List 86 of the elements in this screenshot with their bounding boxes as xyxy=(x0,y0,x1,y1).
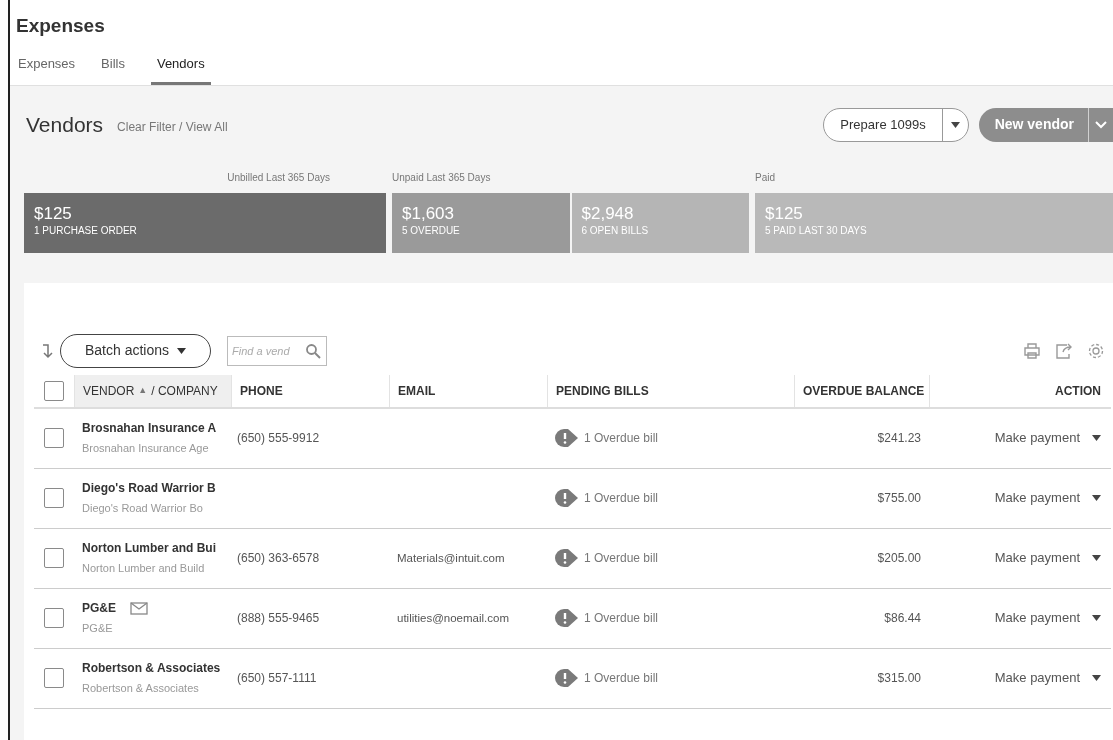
caret-icon xyxy=(1092,675,1101,681)
table-row[interactable]: Diego's Road Warrior B Diego's Road Warrior Bo 1 Overdue bill $755.00 Make payment xyxy=(34,468,1111,529)
summary-label: Paid xyxy=(755,170,776,185)
make-payment-dropdown[interactable]: Make payment xyxy=(994,548,1101,568)
company-name: Brosnahan Insurance Age xyxy=(82,441,210,457)
table-row[interactable]: Robertson & Associates Robertson & Associates (650) 557-1111 1 Overdue bill $315.00 Make payment xyxy=(34,648,1111,709)
caret-icon xyxy=(950,121,960,128)
phone-cell: (650) 555-9912 xyxy=(237,431,320,445)
chevron-down-icon xyxy=(1095,120,1107,129)
checkbox[interactable] xyxy=(44,608,64,628)
summary-amount: $125 xyxy=(765,203,804,224)
column-header[interactable]: PHONE xyxy=(231,374,389,407)
make-payment-dropdown[interactable]: Make payment xyxy=(994,428,1101,448)
alert-icon xyxy=(555,429,578,447)
column-header[interactable]: ACTION xyxy=(929,374,1111,407)
page-title: Expenses xyxy=(16,14,106,38)
table-row[interactable]: Brosnahan Insurance A Brosnahan Insurance Age (650) 555-9912 1 Overdue bill $241.23 Make payment xyxy=(34,408,1111,469)
pending-bills-cell[interactable]: 1 Overdue bill xyxy=(584,549,659,567)
vendor-name[interactable]: PG&E xyxy=(82,599,116,618)
table-row[interactable]: Norton Lumber and Bui Norton Lumber and Build (650) 363-6578 Materials@intuit.com 1 Overdue bill $205.00 Make payment xyxy=(34,528,1111,589)
pending-bills-cell[interactable]: 1 Overdue bill xyxy=(584,489,659,507)
caret-icon xyxy=(1092,555,1101,561)
section-title: Vendors xyxy=(26,111,104,138)
phone-cell: (888) 555-9465 xyxy=(237,611,320,625)
alert-icon xyxy=(555,549,578,567)
settings-icon[interactable] xyxy=(1087,341,1105,360)
table-row[interactable]: PG&E PG&E (888) 555-9465 utilities@noemail.com 1 Overdue bill $86.44 Make payment xyxy=(34,588,1111,649)
tab[interactable]: Bills xyxy=(101,54,125,85)
checkbox[interactable] xyxy=(44,428,64,448)
alert-icon xyxy=(555,609,578,627)
summary-label: Unbilled Last 365 Days xyxy=(226,170,331,185)
overdue-balance-cell-text: $315.00 xyxy=(877,670,921,687)
tab[interactable]: Expenses xyxy=(18,54,76,85)
vendor-name[interactable]: Brosnahan Insurance A xyxy=(82,419,217,438)
pending-bills-cell[interactable]: 1 Overdue bill xyxy=(584,429,659,447)
search-field[interactable]: Find a vend xyxy=(227,335,328,366)
alert-icon xyxy=(555,669,578,687)
checkbox[interactable] xyxy=(44,488,64,508)
make-payment-dropdown[interactable]: Make payment xyxy=(994,608,1101,628)
vendor-name[interactable]: Robertson & Associates xyxy=(82,659,221,678)
vendor-name[interactable]: Diego's Road Warrior B xyxy=(82,479,216,498)
company-name: Diego's Road Warrior Bo xyxy=(82,501,204,517)
caret-icon xyxy=(1092,615,1101,621)
pending-bills-cell[interactable]: 1 Overdue bill xyxy=(584,609,659,627)
summary-caption: 6 OPEN BILLS xyxy=(581,223,650,238)
summary-label: Unpaid Last 365 Days xyxy=(392,170,492,185)
alert-icon xyxy=(555,489,578,507)
summary-amount: $1,603 xyxy=(402,203,455,224)
column-header[interactable]: OVERDUE BALANCE xyxy=(794,374,929,407)
export-icon[interactable] xyxy=(1055,341,1073,360)
company-name: Norton Lumber and Build xyxy=(82,561,206,577)
clear-filter-link[interactable]: Clear Filter / View All xyxy=(117,117,228,136)
make-payment-dropdown[interactable]: Make payment xyxy=(994,488,1101,508)
checkbox[interactable] xyxy=(44,380,64,401)
phone-cell: (650) 363-6578 xyxy=(237,551,320,565)
envelope-icon[interactable] xyxy=(130,601,148,615)
sort-arrow-icon xyxy=(42,342,54,359)
pending-bills-cell[interactable]: 1 Overdue bill xyxy=(584,669,659,687)
column-header[interactable]: VENDOR ▲ / COMPANY xyxy=(74,374,231,407)
checkbox[interactable] xyxy=(44,668,64,688)
summary-segment[interactable]: $125 1 PURCHASE ORDER xyxy=(24,192,386,253)
phone-cell: (650) 557-1111 xyxy=(237,671,317,685)
summary-amount: $2,948 xyxy=(581,203,635,224)
caret-icon xyxy=(177,347,187,354)
summary-caption: 1 PURCHASE ORDER xyxy=(34,223,138,238)
email-cell: utilities@noemail.com xyxy=(397,611,510,624)
caret-icon xyxy=(1092,435,1101,441)
summary-caption: 5 PAID LAST 30 DAYS xyxy=(765,223,868,238)
checkbox[interactable] xyxy=(44,548,64,568)
search-icon xyxy=(305,342,322,359)
overdue-balance-cell-text: $755.00 xyxy=(877,490,921,507)
make-payment-dropdown[interactable]: Make payment xyxy=(994,668,1101,688)
summary-amount: $125 xyxy=(34,203,73,224)
overdue-balance-cell-text: $205.00 xyxy=(877,550,921,567)
overdue-balance-cell-text: $86.44 xyxy=(884,610,921,627)
prepare-1099s-button[interactable]: Prepare 1099s xyxy=(823,107,969,142)
overdue-balance-cell-text: $241.23 xyxy=(877,430,921,447)
caret-icon xyxy=(1092,495,1101,501)
column-header[interactable]: PENDING BILLS xyxy=(547,374,794,407)
email-cell: Materials@intuit.com xyxy=(397,551,505,564)
company-name: Robertson & Associates xyxy=(82,681,200,697)
company-name: PG&E xyxy=(82,621,114,637)
vendor-name[interactable]: Norton Lumber and Bui xyxy=(82,539,216,558)
summary-caption: 5 OVERDUE xyxy=(402,223,461,238)
print-icon[interactable] xyxy=(1023,341,1041,360)
column-header[interactable]: EMAIL xyxy=(389,374,547,407)
